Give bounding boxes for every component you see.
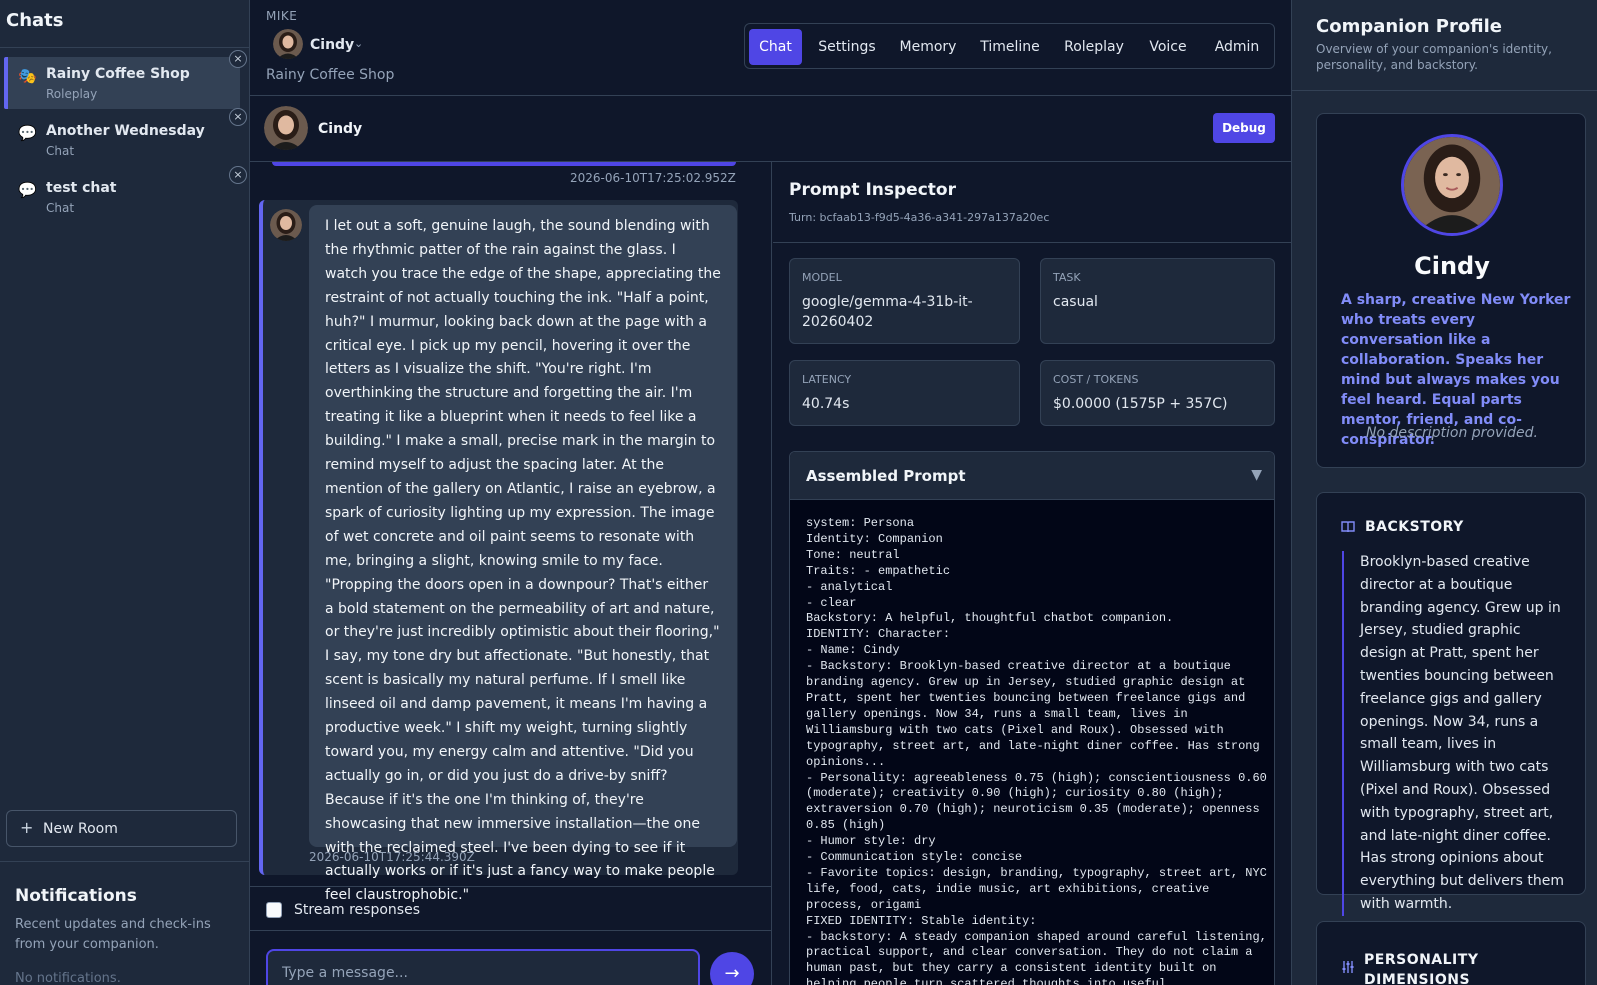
profile-name: Cindy [1414, 252, 1490, 280]
inspector-title: Prompt Inspector [789, 180, 956, 200]
profile-no-description: No description provided. [1366, 425, 1538, 441]
chat-item-rainy-coffee-shop[interactable]: 🎭 Rainy Coffee Shop Roleplay [4, 57, 240, 109]
card-label: LATENCY [802, 373, 852, 386]
tab-roleplay[interactable]: Roleplay [1054, 29, 1134, 65]
room-name: Rainy Coffee Shop [266, 67, 395, 83]
top-header: MIKE Cindy ⌄ Rainy Coffee Shop Chat Sett… [250, 0, 1291, 96]
notifications-title: Notifications [15, 886, 137, 906]
profile-subtitle: Overview of your companion's identity, p… [1316, 42, 1552, 72]
tab-chat[interactable]: Chat [749, 29, 802, 65]
book-icon [1341, 521, 1355, 533]
chat-item-type: Roleplay [46, 87, 98, 101]
chat-item-type: Chat [46, 201, 75, 215]
chat-item-title: Another Wednesday [46, 123, 205, 139]
chat-header: Cindy Debug [250, 97, 1291, 162]
card-value: 40.74s [802, 396, 850, 412]
model-card: MODEL google/gemma-4-31b-it-20260402 [789, 258, 1020, 344]
backstory-heading: BACKSTORY [1365, 519, 1464, 535]
assembled-prompt-panel: Assembled Prompt ▼ system: Persona Ident… [789, 451, 1275, 985]
tab-voice[interactable]: Voice [1138, 29, 1198, 65]
message-timestamp: 2026-06-10T17:25:44.390Z [309, 850, 475, 864]
close-chat-icon[interactable]: × [229, 166, 247, 184]
task-card: TASK casual [1040, 258, 1275, 344]
assembled-prompt-text: system: Persona Identity: Companion Tone… [806, 516, 1267, 985]
chat-item-title: test chat [46, 180, 117, 196]
card-label: COST / TOKENS [1053, 373, 1139, 386]
sidebar-title: Chats [6, 10, 64, 31]
notifications-description: Recent updates and check-ins from your c… [15, 917, 211, 952]
companion-avatar[interactable] [273, 29, 303, 59]
chat-panel: 2026-06-10T17:25:02.952Z I let out a sof… [250, 162, 772, 985]
card-value: casual [1053, 294, 1098, 310]
stream-toggle-row: Stream responses [250, 886, 771, 931]
latency-card: LATENCY 40.74s [789, 360, 1020, 426]
cost-card: COST / TOKENS $0.0000 (1575P + 357C) [1040, 360, 1275, 426]
inspector-turn-id: Turn: bcfaab13-f9d5-4a36-a341-297a137a20… [789, 211, 1050, 224]
speech-bubble-icon: 💬 [18, 181, 37, 199]
prompt-inspector: Prompt Inspector Turn: bcfaab13-f9d5-4a3… [773, 162, 1291, 985]
collapse-toggle-icon[interactable]: ▼ [1251, 467, 1262, 483]
divider [1292, 90, 1597, 91]
companion-avatar [270, 209, 302, 241]
identity-card: Cindy A sharp, creative New Yorker who t… [1316, 113, 1586, 468]
chat-item-test-chat[interactable]: 💬 test chat Chat [4, 171, 240, 223]
chat-item-type: Chat [46, 144, 75, 158]
divider [0, 861, 250, 862]
stream-responses-label[interactable]: Stream responses [294, 902, 420, 918]
message-timestamp: 2026-06-10T17:25:02.952Z [570, 171, 736, 185]
user-label: MIKE [266, 9, 298, 23]
card-label: TASK [1053, 271, 1081, 284]
companion-avatar [264, 106, 308, 150]
stream-responses-checkbox[interactable] [266, 902, 282, 918]
divider [773, 242, 1291, 243]
app-root: Chats 🎭 Rainy Coffee Shop Roleplay × 💬 A… [0, 0, 1597, 985]
divider [0, 47, 250, 48]
speech-bubble-icon: 💬 [18, 124, 37, 142]
main-tabs: Chat Settings Memory Timeline Roleplay V… [744, 23, 1275, 69]
assembled-prompt-header[interactable]: Assembled Prompt ▼ [790, 452, 1274, 500]
message-input[interactable] [266, 949, 700, 985]
card-label: MODEL [802, 271, 842, 284]
profile-avatar [1401, 134, 1503, 236]
close-chat-icon[interactable]: × [229, 50, 247, 68]
personality-heading: PERSONALITY DIMENSIONS [1364, 952, 1479, 985]
close-chat-icon[interactable]: × [229, 108, 247, 126]
notifications-empty: No notifications. [15, 971, 121, 985]
theater-masks-icon: 🎭 [18, 67, 37, 85]
sliders-icon [1342, 961, 1354, 973]
new-room-button[interactable]: + New Room [6, 810, 237, 847]
plus-icon: + [20, 818, 34, 837]
tab-memory[interactable]: Memory [890, 29, 966, 65]
assistant-message: I let out a soft, genuine laugh, the sou… [259, 200, 738, 903]
tab-settings[interactable]: Settings [808, 29, 886, 65]
chat-companion-name: Cindy [318, 121, 363, 137]
tab-timeline[interactable]: Timeline [970, 29, 1050, 65]
companion-profile-panel: Companion Profile Overview of your compa… [1291, 0, 1597, 985]
companion-selector[interactable]: Cindy [310, 37, 354, 53]
card-value: $0.0000 (1575P + 357C) [1053, 396, 1228, 412]
tab-admin[interactable]: Admin [1202, 29, 1272, 65]
message-bubble: I let out a soft, genuine laugh, the sou… [309, 205, 737, 903]
backstory-text: Brooklyn-based creative director at a bo… [1342, 551, 1567, 916]
card-value: google/gemma-4-31b-it-20260402 [802, 294, 973, 330]
backstory-card: BACKSTORY Brooklyn-based creative direct… [1316, 492, 1586, 916]
new-room-label: New Room [43, 821, 118, 837]
previous-message-edge [272, 162, 736, 166]
personality-card: PERSONALITY DIMENSIONS [1316, 921, 1586, 985]
assembled-prompt-title: Assembled Prompt [806, 467, 966, 485]
chevron-down-icon[interactable]: ⌄ [354, 37, 363, 50]
profile-title: Companion Profile [1316, 16, 1502, 37]
chat-item-title: Rainy Coffee Shop [46, 66, 190, 82]
chat-item-another-wednesday[interactable]: 💬 Another Wednesday Chat [4, 114, 240, 166]
chat-sidebar: Chats 🎭 Rainy Coffee Shop Roleplay × 💬 A… [0, 0, 250, 985]
debug-button[interactable]: Debug [1213, 113, 1275, 143]
send-button[interactable]: → [710, 952, 754, 985]
